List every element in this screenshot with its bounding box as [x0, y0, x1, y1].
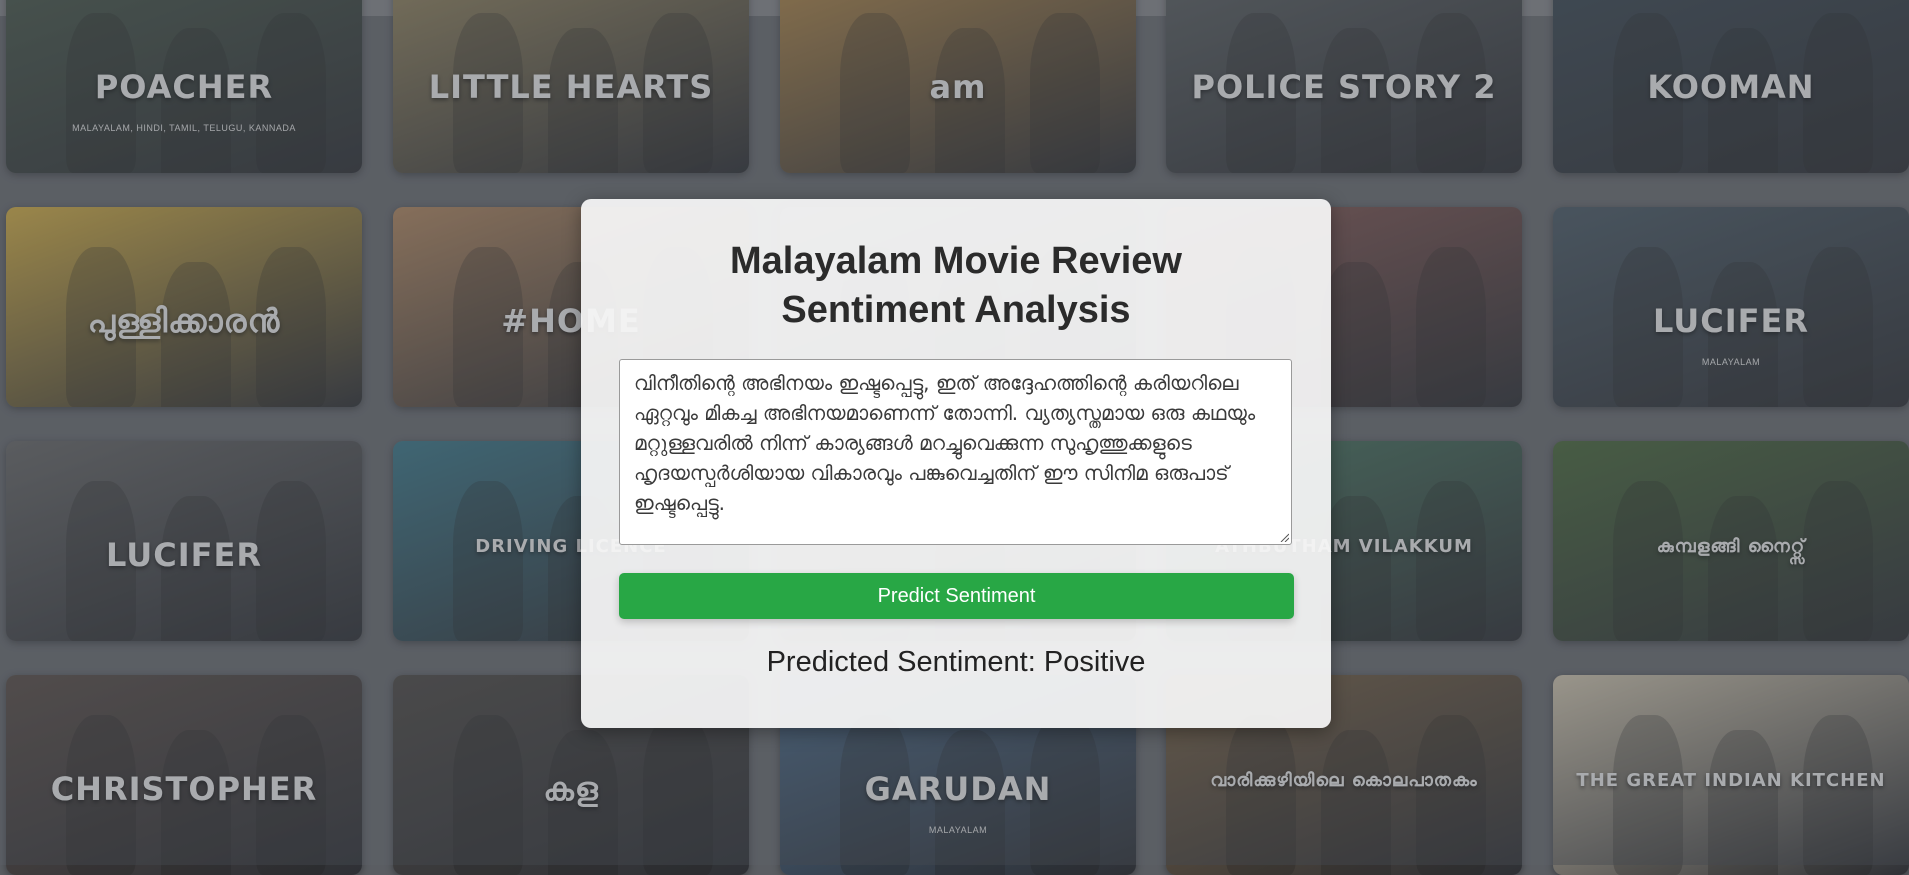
review-textarea[interactable]: വിനീതിന്റെ അഭിനയം ഇഷ്ടപ്പെട്ടു, ഇത് അദ്ദ…	[619, 359, 1292, 545]
predict-sentiment-button[interactable]: Predict Sentiment	[619, 573, 1294, 619]
predicted-sentiment-result: Predicted Sentiment: Positive	[766, 646, 1146, 678]
title-line-1: Malayalam Movie Review	[730, 240, 1182, 282]
page-title: Malayalam Movie Review Sentiment Analysi…	[581, 237, 1331, 335]
sentiment-card: Malayalam Movie Review Sentiment Analysi…	[581, 199, 1331, 728]
title-line-2: Sentiment Analysis	[781, 289, 1131, 331]
